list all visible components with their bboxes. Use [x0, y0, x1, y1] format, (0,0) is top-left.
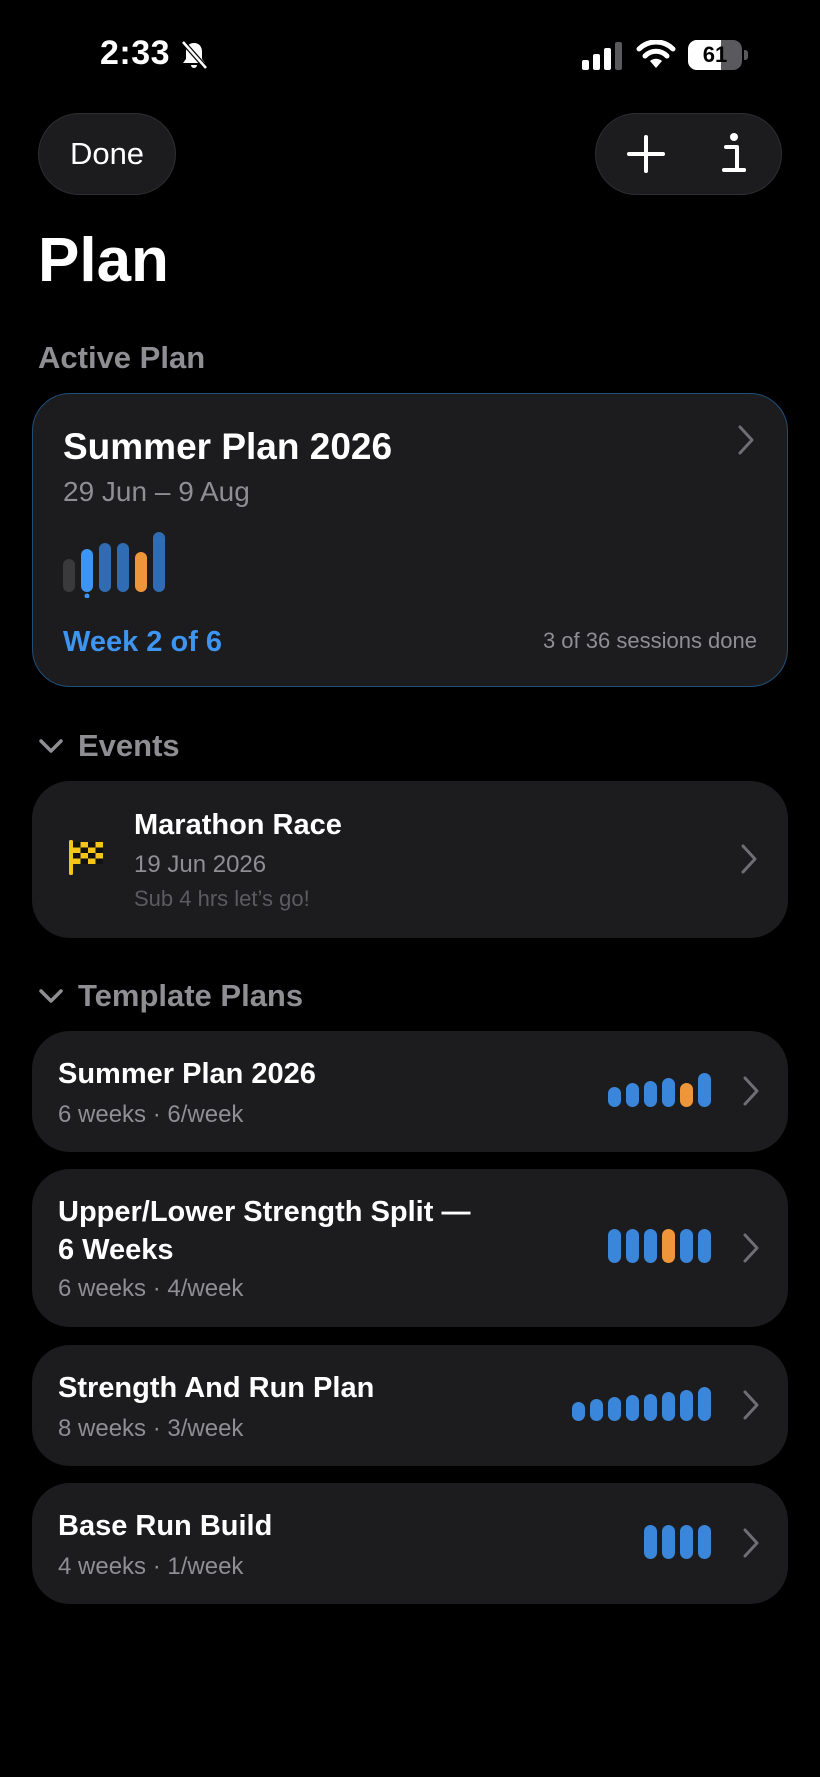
template-plan-card[interactable]: Strength And Run Plan 8 weeks · 3/week	[32, 1345, 788, 1466]
chevron-right-icon	[738, 425, 754, 455]
template-plans-section-header[interactable]: Template Plans	[38, 978, 303, 1014]
wifi-icon	[636, 40, 676, 68]
event-title: Marathon Race	[134, 809, 342, 841]
toolbar-actions	[595, 113, 782, 195]
done-button[interactable]: Done	[38, 113, 176, 195]
template-plan-meta: 6 weeks · 4/week	[58, 1275, 244, 1302]
chevron-down-icon	[39, 989, 63, 1003]
template-plan-card[interactable]: Upper/Lower Strength Split — 6 Weeks 6 w…	[32, 1169, 788, 1327]
active-plan-dates: 29 Jun – 9 Aug	[63, 476, 250, 507]
events-section-label: Events	[78, 728, 180, 763]
week-bar	[626, 1395, 639, 1421]
week-bar	[572, 1402, 585, 1421]
week-bar	[644, 1229, 657, 1263]
chevron-right-icon	[743, 1528, 759, 1558]
status-time: 2:33	[100, 34, 171, 72]
chevron-right-icon	[741, 844, 757, 874]
chevron-down-icon	[39, 739, 63, 753]
week-bar	[662, 1392, 675, 1421]
template-plan-name: Summer Plan 2026	[58, 1058, 316, 1090]
week-bar	[644, 1525, 657, 1559]
week-bar	[680, 1390, 693, 1421]
silent-bell-icon	[181, 40, 208, 70]
battery-percent: 61	[702, 42, 728, 67]
template-plan-name: Upper/Lower Strength Split —	[58, 1196, 471, 1228]
active-plan-card[interactable]: Summer Plan 2026 29 Jun – 9 Aug Week 2 o…	[32, 393, 788, 687]
template-plan-meta: 8 weeks · 3/week	[58, 1415, 244, 1442]
template-plan-name: Strength And Run Plan	[58, 1372, 375, 1404]
status-bar: 2:33 61	[0, 0, 820, 110]
week-bar	[608, 1397, 621, 1421]
chevron-right-icon	[743, 1076, 759, 1106]
template-plan-week-bars	[572, 1387, 711, 1421]
week-bar	[680, 1525, 693, 1559]
add-button[interactable]	[616, 114, 676, 194]
current-week-indicator	[84, 593, 90, 598]
week-bar	[135, 552, 147, 592]
week-bar	[644, 1394, 657, 1421]
week-bar	[698, 1525, 711, 1559]
week-bar	[590, 1399, 603, 1421]
week-bar	[117, 543, 129, 592]
active-plan-section-label: Active Plan	[38, 340, 206, 375]
week-bar	[644, 1081, 657, 1107]
chevron-right-icon	[743, 1233, 759, 1263]
week-bar	[698, 1387, 711, 1421]
chevron-right-icon	[743, 1390, 759, 1420]
event-card[interactable]: Marathon Race 19 Jun 2026 Sub 4 hrs let’…	[32, 781, 788, 938]
week-bar	[662, 1525, 675, 1559]
week-bar	[626, 1229, 639, 1263]
template-plan-meta: 6 weeks · 6/week	[58, 1101, 244, 1128]
template-plan-card[interactable]: Base Run Build 4 weeks · 1/week	[32, 1483, 788, 1604]
week-bar	[662, 1078, 675, 1107]
week-bar	[698, 1073, 711, 1107]
week-bar	[698, 1229, 711, 1263]
template-plan-name-line2: 6 Weeks	[58, 1234, 174, 1266]
event-date: 19 Jun 2026	[134, 851, 267, 878]
week-bar	[81, 549, 93, 592]
week-bar	[63, 559, 75, 592]
info-button[interactable]	[704, 114, 764, 194]
week-bar	[626, 1083, 639, 1107]
plus-icon	[627, 135, 665, 173]
battery-icon: 61	[688, 40, 748, 70]
cellular-signal-icon	[582, 42, 622, 70]
info-icon	[722, 133, 746, 172]
week-bar	[680, 1083, 693, 1107]
week-bar	[680, 1229, 693, 1263]
checkered-flag-icon	[69, 840, 103, 875]
week-bar	[608, 1087, 621, 1107]
template-plan-card[interactable]: Summer Plan 2026 6 weeks · 6/week	[32, 1031, 788, 1152]
active-plan-week: Week 2 of 6	[63, 626, 223, 658]
template-plan-week-bars	[644, 1525, 711, 1559]
active-plan-sessions: 3 of 36 sessions done	[542, 628, 757, 653]
plan-screen: 2:33 61 Done Plan Active Plan Summer Pla…	[0, 0, 820, 1777]
week-bar	[153, 532, 165, 592]
events-section-header[interactable]: Events	[38, 728, 180, 764]
week-bar	[608, 1229, 621, 1263]
event-note: Sub 4 hrs let’s go!	[134, 886, 310, 911]
template-plans-section-label: Template Plans	[78, 978, 304, 1013]
week-bar	[99, 543, 111, 592]
template-plan-meta: 4 weeks · 1/week	[58, 1553, 244, 1580]
template-plan-name: Base Run Build	[58, 1510, 273, 1542]
page-title: Plan	[38, 226, 169, 295]
active-plan-title: Summer Plan 2026	[63, 426, 393, 467]
template-plan-week-bars	[608, 1229, 711, 1263]
template-plan-week-bars	[608, 1073, 711, 1107]
active-plan-week-bars	[63, 532, 165, 598]
week-bar	[662, 1229, 675, 1263]
